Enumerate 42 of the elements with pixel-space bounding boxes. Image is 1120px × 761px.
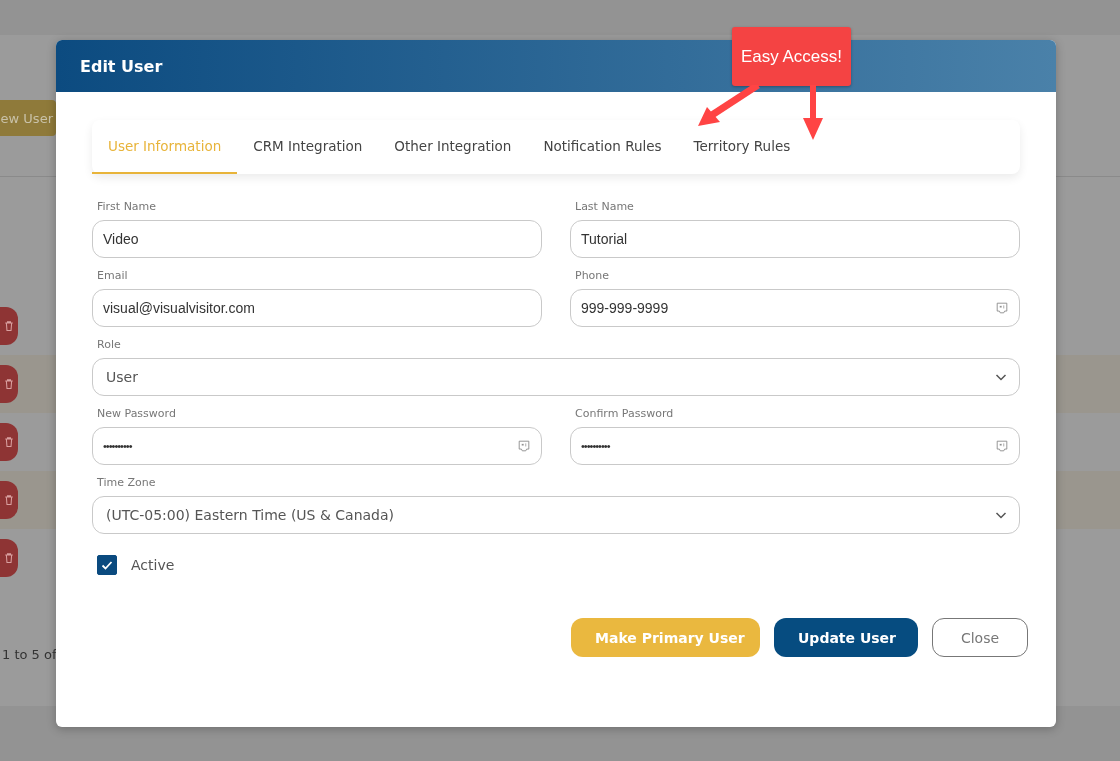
- input-field[interactable]: visual@visualvisitor.com: [92, 289, 542, 327]
- contact-card-icon: [995, 301, 1009, 315]
- trash-icon: [3, 551, 15, 565]
- field-label: Phone: [574, 269, 611, 284]
- field-label: Last Name: [574, 200, 635, 215]
- tab[interactable]: Notification Rules: [527, 120, 678, 174]
- trash-icon: [3, 377, 15, 391]
- arrow: [698, 85, 760, 126]
- field-label: Email: [96, 269, 129, 284]
- tab[interactable]: CRM Integration: [237, 120, 379, 174]
- contact-card-icon: [995, 439, 1009, 453]
- input-field[interactable]: Video: [92, 220, 542, 258]
- input-field[interactable]: Tutorial: [570, 220, 1020, 258]
- input-field[interactable]: ••••••••••: [92, 427, 542, 465]
- callout-box: Easy Access!: [732, 27, 851, 86]
- delete-button[interactable]: [0, 423, 18, 461]
- field-label: New Password: [96, 407, 177, 422]
- field-label: Confirm Password: [574, 407, 675, 422]
- dropdown-field[interactable]: (UTC-05:00) Eastern Time (US & Canada): [92, 496, 1020, 534]
- tab[interactable]: Territory Rules: [677, 120, 807, 174]
- field-label: Role: [96, 338, 122, 353]
- active-checkbox[interactable]: [97, 555, 117, 575]
- input-field[interactable]: 999-999-9999: [570, 289, 1020, 327]
- dropdown-field[interactable]: User: [92, 358, 1020, 396]
- delete-button[interactable]: [0, 539, 18, 577]
- delete-button[interactable]: [0, 365, 18, 403]
- input-field[interactable]: ••••••••••: [570, 427, 1020, 465]
- tab[interactable]: Other Integration: [378, 120, 528, 174]
- trash-icon: [3, 435, 15, 449]
- update-button[interactable]: Update User: [774, 618, 918, 657]
- checkbox-label: Active: [131, 557, 175, 573]
- delete-button[interactable]: [0, 481, 18, 519]
- dialog-title: Edit User: [80, 56, 163, 76]
- pagination-text: 1 to 5 of: [1, 647, 58, 662]
- contact-card-icon: [517, 439, 531, 453]
- trash-icon: [3, 493, 15, 507]
- arrow: [803, 85, 823, 140]
- close-button[interactable]: Close: [932, 618, 1028, 657]
- trash-icon: [3, 319, 15, 333]
- field-label: Time Zone: [96, 476, 157, 491]
- field-label: First Name: [96, 200, 158, 215]
- delete-button[interactable]: [0, 307, 18, 345]
